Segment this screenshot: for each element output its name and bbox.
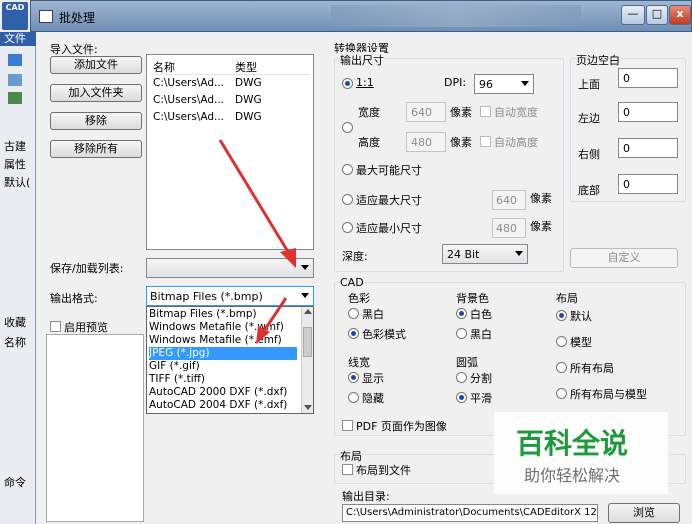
arrow-to-jpeg <box>260 297 288 335</box>
arrow-head-icon <box>256 326 270 344</box>
arrow-head-icon <box>280 248 296 268</box>
annotation-arrows <box>218 139 296 344</box>
arrow-to-dropdown <box>218 139 292 256</box>
